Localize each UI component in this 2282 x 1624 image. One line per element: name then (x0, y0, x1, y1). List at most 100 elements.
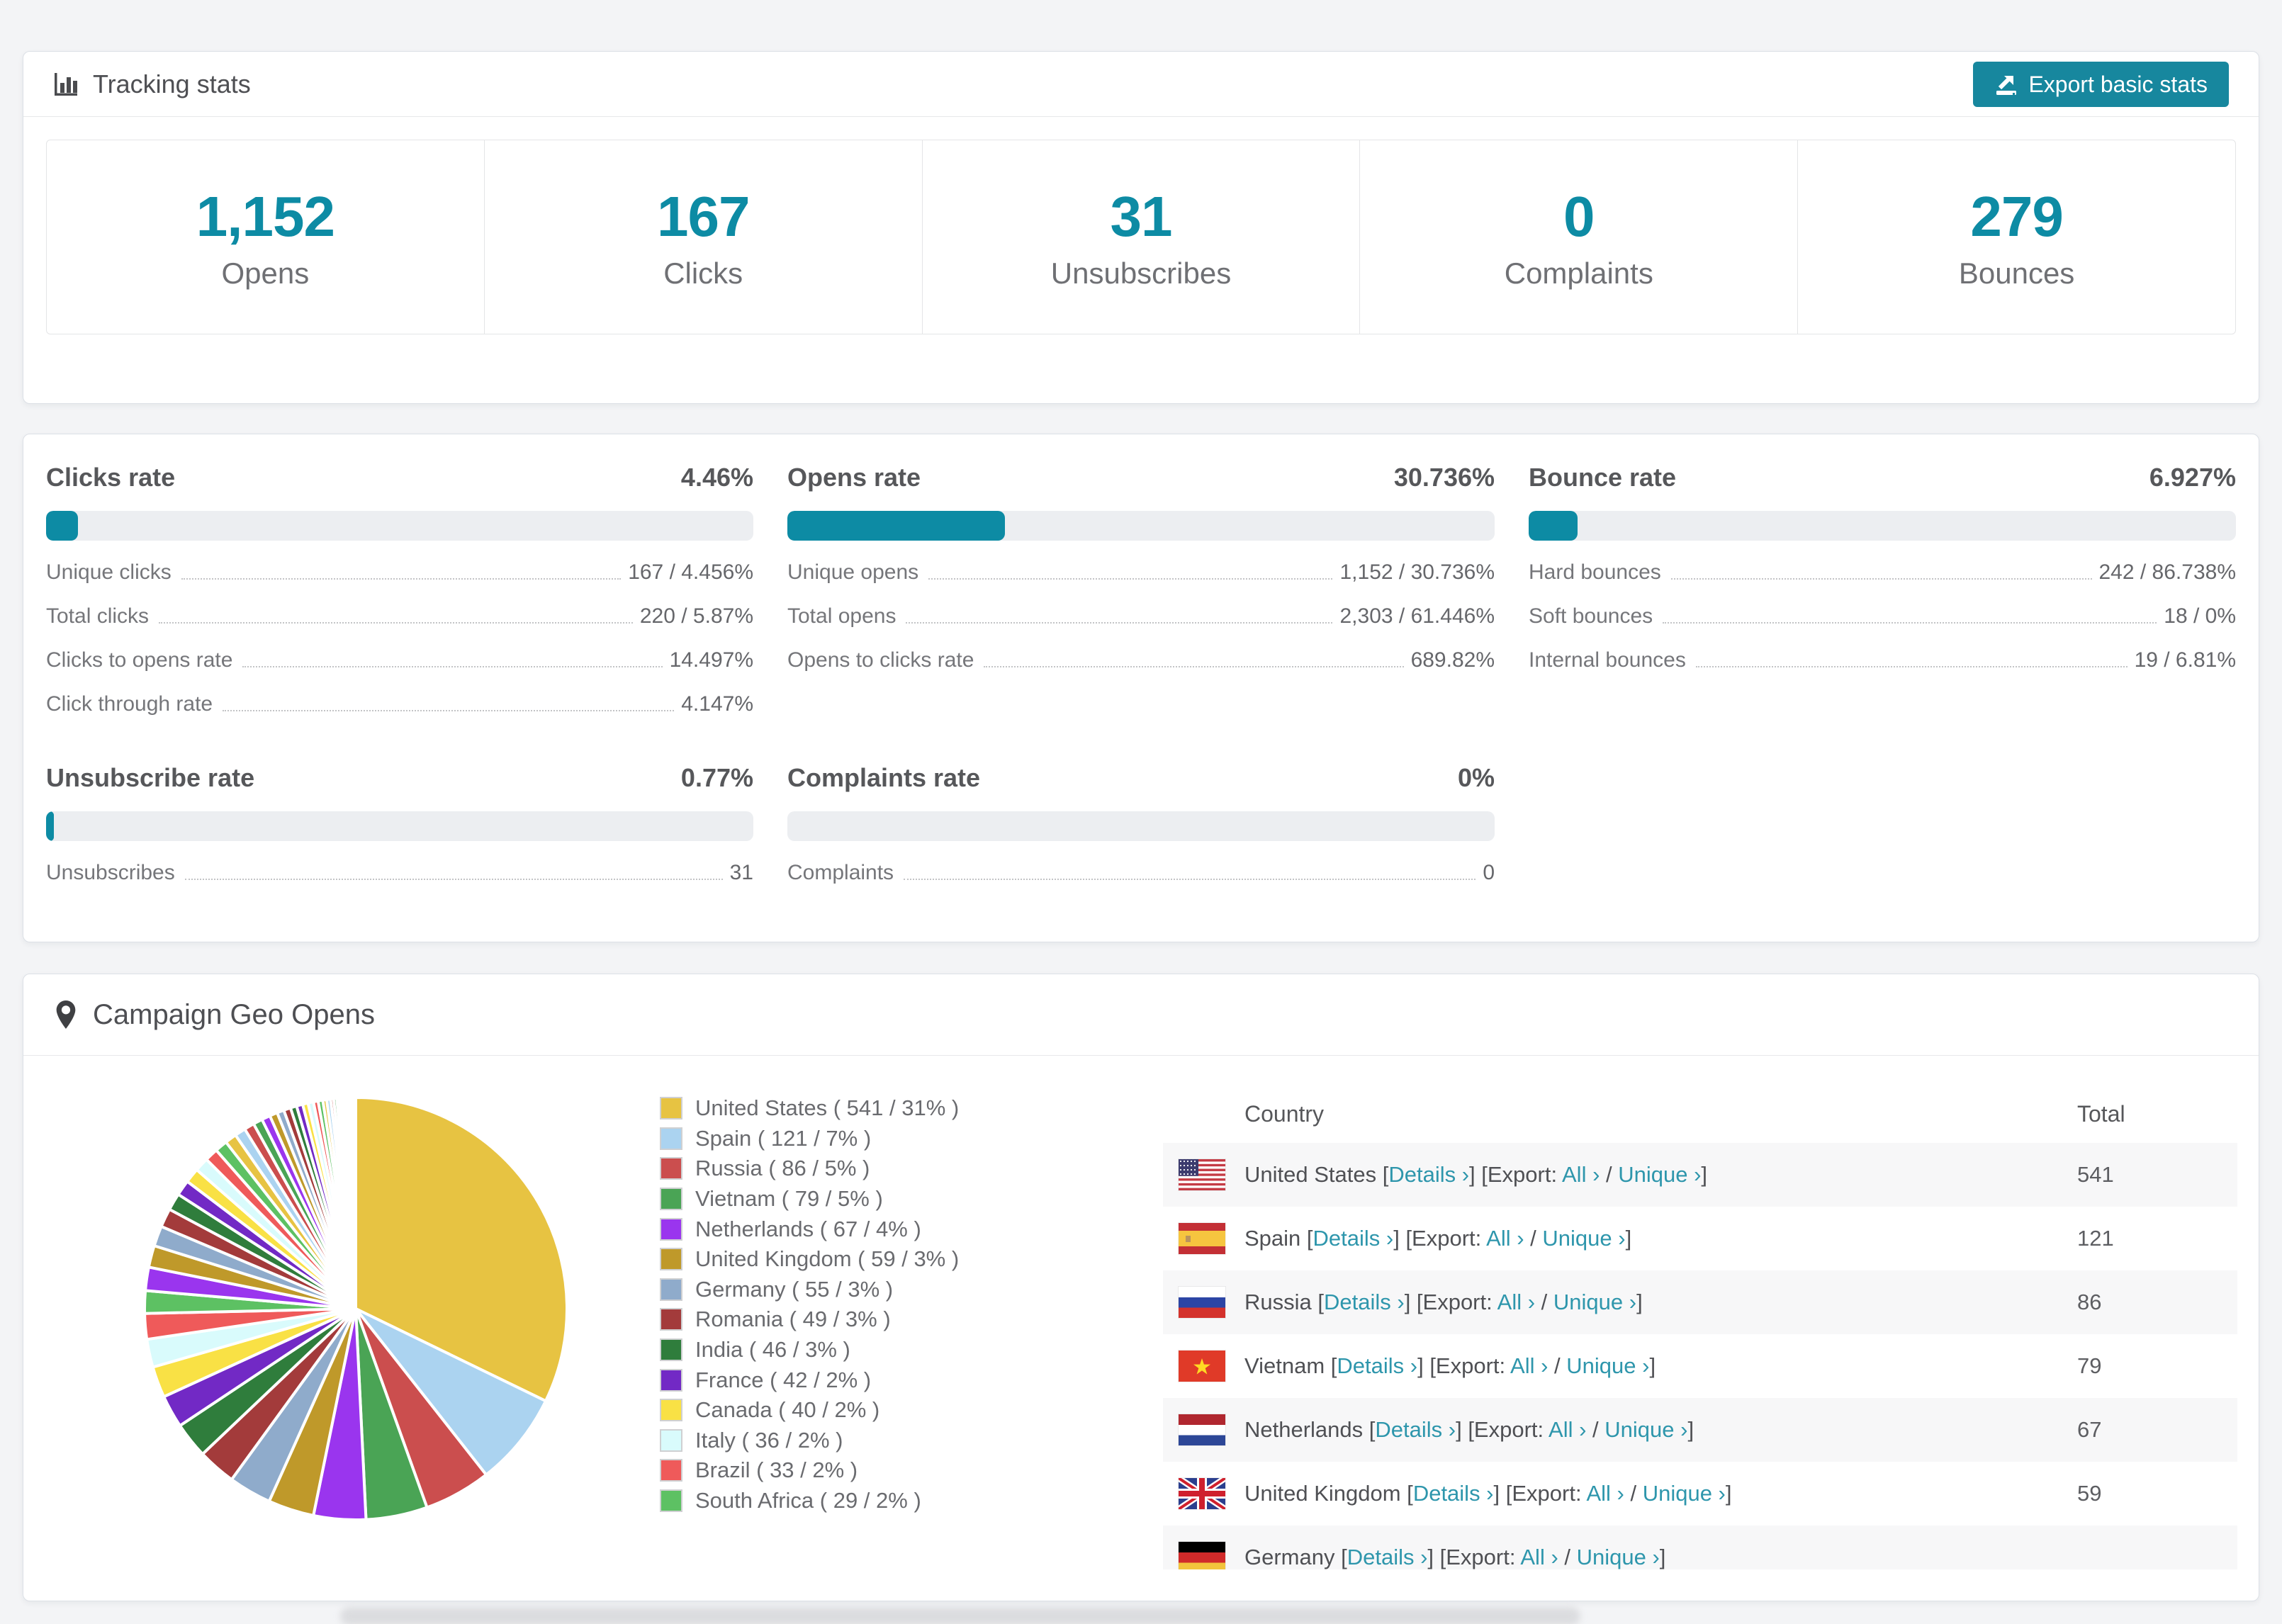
rate-row-label: Internal bounces (1529, 648, 1686, 672)
legend-color-swatch (660, 1308, 682, 1331)
export-unique-link[interactable]: Unique › (1542, 1226, 1625, 1251)
rate-row: Unique opens 1,152 / 30.736% (787, 560, 1495, 585)
legend-color-swatch (660, 1338, 682, 1362)
export-unique-link[interactable]: Unique › (1618, 1162, 1701, 1187)
dotted-leader (242, 666, 663, 667)
page-bottom-shadow (340, 1607, 1580, 1624)
export-basic-stats-button[interactable]: Export basic stats (1973, 62, 2229, 107)
stat-cell-complaints: 0 Complaints (1360, 140, 1799, 334)
export-unique-link[interactable]: Unique › (1643, 1481, 1726, 1506)
stat-value: 279 (1970, 184, 2063, 248)
pie-slice[interactable] (353, 1095, 357, 1310)
details-link[interactable]: Details › (1388, 1162, 1469, 1187)
geo-table-row-vn: Vietnam [Details ›] [Export: All › / Uni… (1163, 1334, 2237, 1398)
legend-color-swatch (660, 1489, 682, 1513)
stat-value: 1,152 (196, 184, 335, 248)
rate-block-complaints-rate: Complaints rate 0% Complaints 0 (787, 763, 1495, 885)
legend-label: Spain ( 121 / 7% ) (695, 1125, 872, 1151)
legend-item: Canada ( 40 / 2% ) (660, 1395, 959, 1426)
rate-value: 4.46% (680, 463, 753, 492)
dotted-leader (1695, 666, 2128, 667)
details-link[interactable]: Details › (1324, 1290, 1405, 1314)
rate-progress-fill (787, 511, 1005, 541)
export-all-link[interactable]: All › (1497, 1290, 1535, 1314)
bar-chart-icon (55, 72, 77, 96)
country-cell: Vietnam [Details ›] [Export: All › / Uni… (1244, 1353, 1656, 1378)
rate-row-value: 0 (1483, 861, 1495, 884)
dotted-leader (904, 879, 1476, 880)
rate-row-value: 242 / 86.738% (2098, 560, 2237, 584)
export-unique-link[interactable]: Unique › (1604, 1417, 1687, 1442)
rate-progress-track (1529, 511, 2236, 541)
tracking-stats-header: Tracking stats Export basic stats (23, 52, 2259, 117)
legend-color-swatch (660, 1127, 682, 1150)
geo-table-row-ru: Russia [Details ›] [Export: All › / Uniq… (1163, 1270, 2237, 1334)
export-unique-link[interactable]: Unique › (1566, 1353, 1649, 1378)
rate-title: Complaints rate (787, 763, 981, 792)
export-all-link[interactable]: All › (1486, 1226, 1524, 1251)
total-value: 86 (2077, 1290, 2102, 1314)
rate-row-value: 31 (729, 861, 753, 884)
total-value: 541 (2077, 1162, 2114, 1187)
rate-block-bounce-rate: Bounce rate 6.927% Hard bounces 242 / 86.73… (1529, 463, 2236, 716)
country-cell: Netherlands [Details ›] [Export: All › /… (1244, 1417, 1694, 1442)
rate-row: Total opens 2,303 / 61.446% (787, 604, 1495, 628)
rate-title: Bounce rate (1529, 463, 1677, 492)
nl-flag-icon (1179, 1414, 1225, 1445)
rate-row-label: Clicks to opens rate (46, 648, 233, 672)
rate-progress-track (46, 811, 753, 841)
stats-row: 1,152 Opens 167 Clicks 31 Unsubscribes 0 Compla… (46, 140, 2236, 334)
details-link[interactable]: Details › (1347, 1545, 1428, 1569)
details-link[interactable]: Details › (1313, 1226, 1394, 1251)
rate-title: Unsubscribe rate (46, 763, 255, 792)
rate-row: Clicks to opens rate 14.497% (46, 648, 753, 672)
legend-color-swatch (660, 1217, 682, 1241)
dotted-leader (223, 710, 675, 711)
pie-legend: United States ( 541 / 31% ) Spain ( 121 /… (660, 1093, 959, 1516)
export-all-link[interactable]: All › (1510, 1353, 1548, 1378)
rate-value: 30.736% (1393, 463, 1495, 492)
rate-row-value: 4.147% (681, 692, 753, 716)
legend-color-swatch (660, 1097, 682, 1120)
legend-color-swatch (660, 1399, 682, 1422)
country-cell: United States [Details ›] [Export: All ›… (1244, 1162, 1708, 1187)
rates-card: Clicks rate 4.46% Unique clicks 167 / 4.456… (23, 434, 2259, 942)
dotted-leader (159, 622, 633, 624)
export-all-link[interactable]: All › (1520, 1545, 1558, 1569)
geo-table-header-row: Country Total (1163, 1085, 2237, 1143)
legend-label: Vietnam ( 79 / 5% ) (695, 1186, 883, 1212)
dotted-leader (181, 578, 622, 580)
export-unique-link[interactable]: Unique › (1553, 1290, 1636, 1314)
es-flag-icon (1179, 1223, 1225, 1254)
rate-row-label: Unique opens (787, 560, 919, 584)
vn-flag-icon (1179, 1350, 1225, 1382)
country-cell: United Kingdom [Details ›] [Export: All … (1244, 1481, 1732, 1506)
stat-label: Clicks (663, 256, 743, 290)
geo-table-row-nl: Netherlands [Details ›] [Export: All › /… (1163, 1398, 2237, 1462)
dotted-leader (1670, 578, 2092, 580)
rate-row-label: Click through rate (46, 692, 213, 716)
legend-color-swatch (660, 1428, 682, 1452)
country-cell: Russia [Details ›] [Export: All › / Uniq… (1244, 1290, 1643, 1314)
dotted-leader (1663, 622, 2157, 624)
export-all-link[interactable]: All › (1562, 1162, 1600, 1187)
us-flag-icon (1179, 1159, 1225, 1190)
details-link[interactable]: Details › (1375, 1417, 1456, 1442)
rate-row: Internal bounces 19 / 6.81% (1529, 648, 2236, 672)
legend-label: South Africa ( 29 / 2% ) (695, 1488, 921, 1513)
export-all-link[interactable]: All › (1548, 1417, 1586, 1442)
rate-progress-track (787, 511, 1495, 541)
legend-item: United States ( 541 / 31% ) (660, 1093, 959, 1124)
gb-flag-icon (1176, 1475, 1227, 1512)
ru-flag-icon (1179, 1287, 1225, 1318)
export-all-link[interactable]: All › (1586, 1481, 1624, 1506)
rate-row: Complaints 0 (787, 861, 1495, 885)
legend-item: India ( 46 / 3% ) (660, 1335, 959, 1365)
rate-row-label: Unique clicks (46, 560, 172, 584)
details-link[interactable]: Details › (1337, 1353, 1417, 1378)
details-link[interactable]: Details › (1413, 1481, 1494, 1506)
rate-row-value: 18 / 0% (2164, 604, 2236, 628)
legend-color-swatch (660, 1459, 682, 1482)
export-unique-link[interactable]: Unique › (1577, 1545, 1660, 1569)
rate-progress-fill (46, 811, 54, 841)
